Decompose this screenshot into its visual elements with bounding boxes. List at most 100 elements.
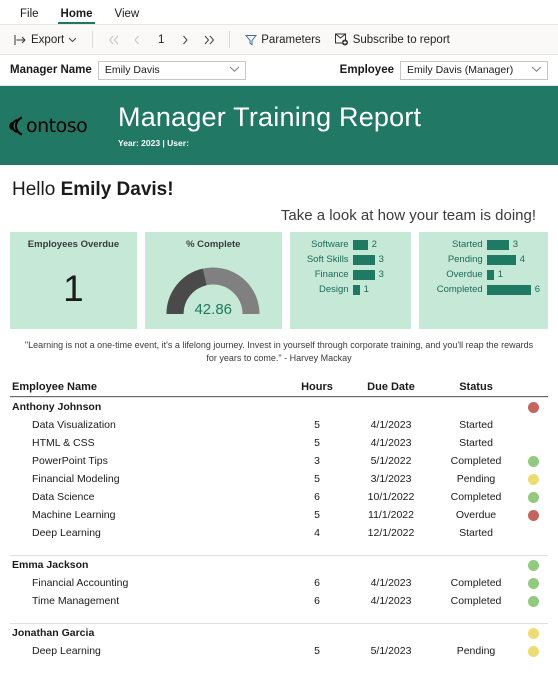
- table-row[interactable]: Machine Learning 5 11/1/2022 Overdue: [10, 506, 548, 524]
- bar-value-label: 2: [371, 239, 377, 250]
- last-page-icon[interactable]: [198, 30, 220, 50]
- row-due-date: 12/1/2022: [367, 527, 415, 540]
- tagline: Take a look at how your team is doing!: [280, 207, 536, 224]
- row-hours: 5: [314, 437, 320, 450]
- table-row[interactable]: Financial Accounting 6 4/1/2023 Completed: [10, 574, 548, 592]
- manager-parameter: Manager Name Emily Davis: [10, 60, 246, 80]
- tab-file[interactable]: File: [10, 5, 49, 24]
- report-subtitle: Year: 2023 | User:: [118, 138, 189, 149]
- table-row[interactable]: Data Science 6 10/1/2022 Completed: [10, 488, 548, 506]
- row-hours: 5: [314, 473, 320, 486]
- toolbar-divider-2: [229, 31, 231, 48]
- manager-name-select[interactable]: Emily Davis: [97, 60, 246, 80]
- banner-text-block: Manager Training Report Year: 2023 | Use…: [118, 101, 422, 149]
- bar-category-label: Started: [452, 239, 483, 250]
- row-status-dot: [518, 420, 548, 431]
- toolbar-divider-1: [92, 31, 94, 48]
- report-toolbar: Export 1 Parameters Subscribe to report: [0, 25, 558, 55]
- previous-page-icon[interactable]: [126, 30, 148, 50]
- header-status: Status: [459, 380, 493, 393]
- status-bar-chart: Started 3 Pending 4 Overdue 1 Completed 6: [419, 232, 548, 295]
- page-number-input[interactable]: 1: [150, 34, 172, 46]
- group-employee-name: Jonathan Garcia: [12, 627, 95, 640]
- header-employee-name: Employee Name: [12, 380, 97, 393]
- table-group-row[interactable]: Jonathan Garcia: [10, 623, 548, 642]
- table-row[interactable]: HTML & CSS 5 4/1/2023 Started: [10, 434, 548, 452]
- parameters-button[interactable]: Parameters: [239, 31, 326, 49]
- row-status-dot: [518, 473, 548, 485]
- export-arrow-icon: [14, 34, 27, 46]
- header-due-date: Due Date: [367, 380, 415, 393]
- table-body: Anthony Johnson Data Visualization 5 4/1/20…: [10, 397, 548, 660]
- row-hours: 4: [314, 527, 320, 540]
- employee-label: Employee: [339, 64, 394, 76]
- percent-complete-title: % Complete: [186, 239, 241, 250]
- employee-select[interactable]: Emily Davis (Manager): [400, 60, 548, 80]
- employee-value: Emily Davis (Manager): [407, 64, 514, 76]
- export-button[interactable]: Export: [8, 31, 83, 49]
- percent-complete-gauge: 42.86: [161, 260, 265, 318]
- parameter-bar: Manager Name Emily Davis Employee Emily …: [0, 55, 558, 86]
- table-group-row[interactable]: Anthony Johnson: [10, 397, 548, 416]
- bar-category-label: Completed: [436, 284, 483, 295]
- bar-segment: [352, 284, 360, 295]
- row-status: Completed: [450, 491, 502, 504]
- header-hours: Hours: [301, 380, 333, 393]
- bar-value-label: 3: [378, 254, 384, 265]
- bar-category-label: Soft Skills: [306, 254, 349, 265]
- row-status: Overdue: [455, 509, 497, 522]
- row-status-dot: [518, 438, 548, 449]
- bar-category-label: Design: [318, 284, 349, 295]
- row-hours: 3: [314, 455, 320, 468]
- bar-segment: [352, 254, 375, 265]
- table-group-gap: [10, 542, 548, 555]
- row-hours: 5: [314, 509, 320, 522]
- row-status-dot: [518, 645, 548, 657]
- contoso-arcs-icon: [8, 114, 25, 138]
- manager-name-label: Manager Name: [10, 64, 92, 76]
- report-title: Manager Training Report: [118, 101, 422, 132]
- table-row[interactable]: Data Visualization 5 4/1/2023 Started: [10, 416, 548, 434]
- bar-segment: [352, 269, 375, 280]
- training-categories-card: Software 2 Soft Skills 3 Finance 3 Design 1: [289, 232, 411, 329]
- bar-row: Design 1: [296, 284, 403, 295]
- row-hours: 6: [314, 577, 320, 590]
- row-due-date: 5/1/2022: [370, 455, 412, 468]
- group-employee-name: Anthony Johnson: [12, 401, 102, 414]
- bar-category-label: Finance: [314, 269, 349, 280]
- group-status-dot: [518, 627, 548, 639]
- motivational-quote: "Learning is not a one-time event, it's …: [24, 340, 534, 364]
- table-header-row: Employee Name Hours Due Date Status: [10, 377, 548, 398]
- row-course-name: Machine Learning: [32, 509, 116, 522]
- row-course-name: Financial Accounting: [32, 577, 129, 590]
- tab-home[interactable]: Home: [51, 5, 103, 24]
- contoso-wordmark: ontoso: [26, 114, 88, 137]
- row-course-name: PowerPoint Tips: [32, 455, 108, 468]
- row-course-name: Data Science: [32, 491, 95, 504]
- table-row[interactable]: Deep Learning 4 12/1/2022 Started: [10, 524, 548, 542]
- bar-segment: [486, 269, 494, 280]
- contoso-logo: ontoso: [8, 114, 108, 138]
- bar-segment: [486, 239, 509, 250]
- table-row[interactable]: PowerPoint Tips 3 5/1/2022 Completed: [10, 452, 548, 470]
- row-status-dot: [518, 528, 548, 539]
- bar-category-label: Software: [311, 239, 349, 250]
- row-course-name: Financial Modeling: [32, 473, 120, 486]
- table-row[interactable]: Time Management 6 4/1/2023 Completed: [10, 592, 548, 610]
- bar-segment: [486, 254, 516, 265]
- subscribe-label: Subscribe to report: [352, 33, 450, 46]
- subscribe-button[interactable]: Subscribe to report: [329, 30, 456, 49]
- row-status-dot: [518, 455, 548, 467]
- row-course-name: Data Visualization: [32, 419, 116, 432]
- table-row[interactable]: Financial Modeling 5 3/1/2023 Pending: [10, 470, 548, 488]
- bar-row: Pending 4: [425, 254, 540, 265]
- bar-row: Soft Skills 3: [296, 254, 403, 265]
- export-label: Export: [31, 33, 65, 46]
- bar-segment: [352, 239, 368, 250]
- next-page-icon[interactable]: [174, 30, 196, 50]
- row-status-dot: [518, 491, 548, 503]
- table-group-row[interactable]: Emma Jackson: [10, 555, 548, 574]
- first-page-icon[interactable]: [102, 30, 124, 50]
- table-row[interactable]: Deep Learning 5 5/1/2023 Pending: [10, 642, 548, 660]
- tab-view[interactable]: View: [104, 5, 149, 24]
